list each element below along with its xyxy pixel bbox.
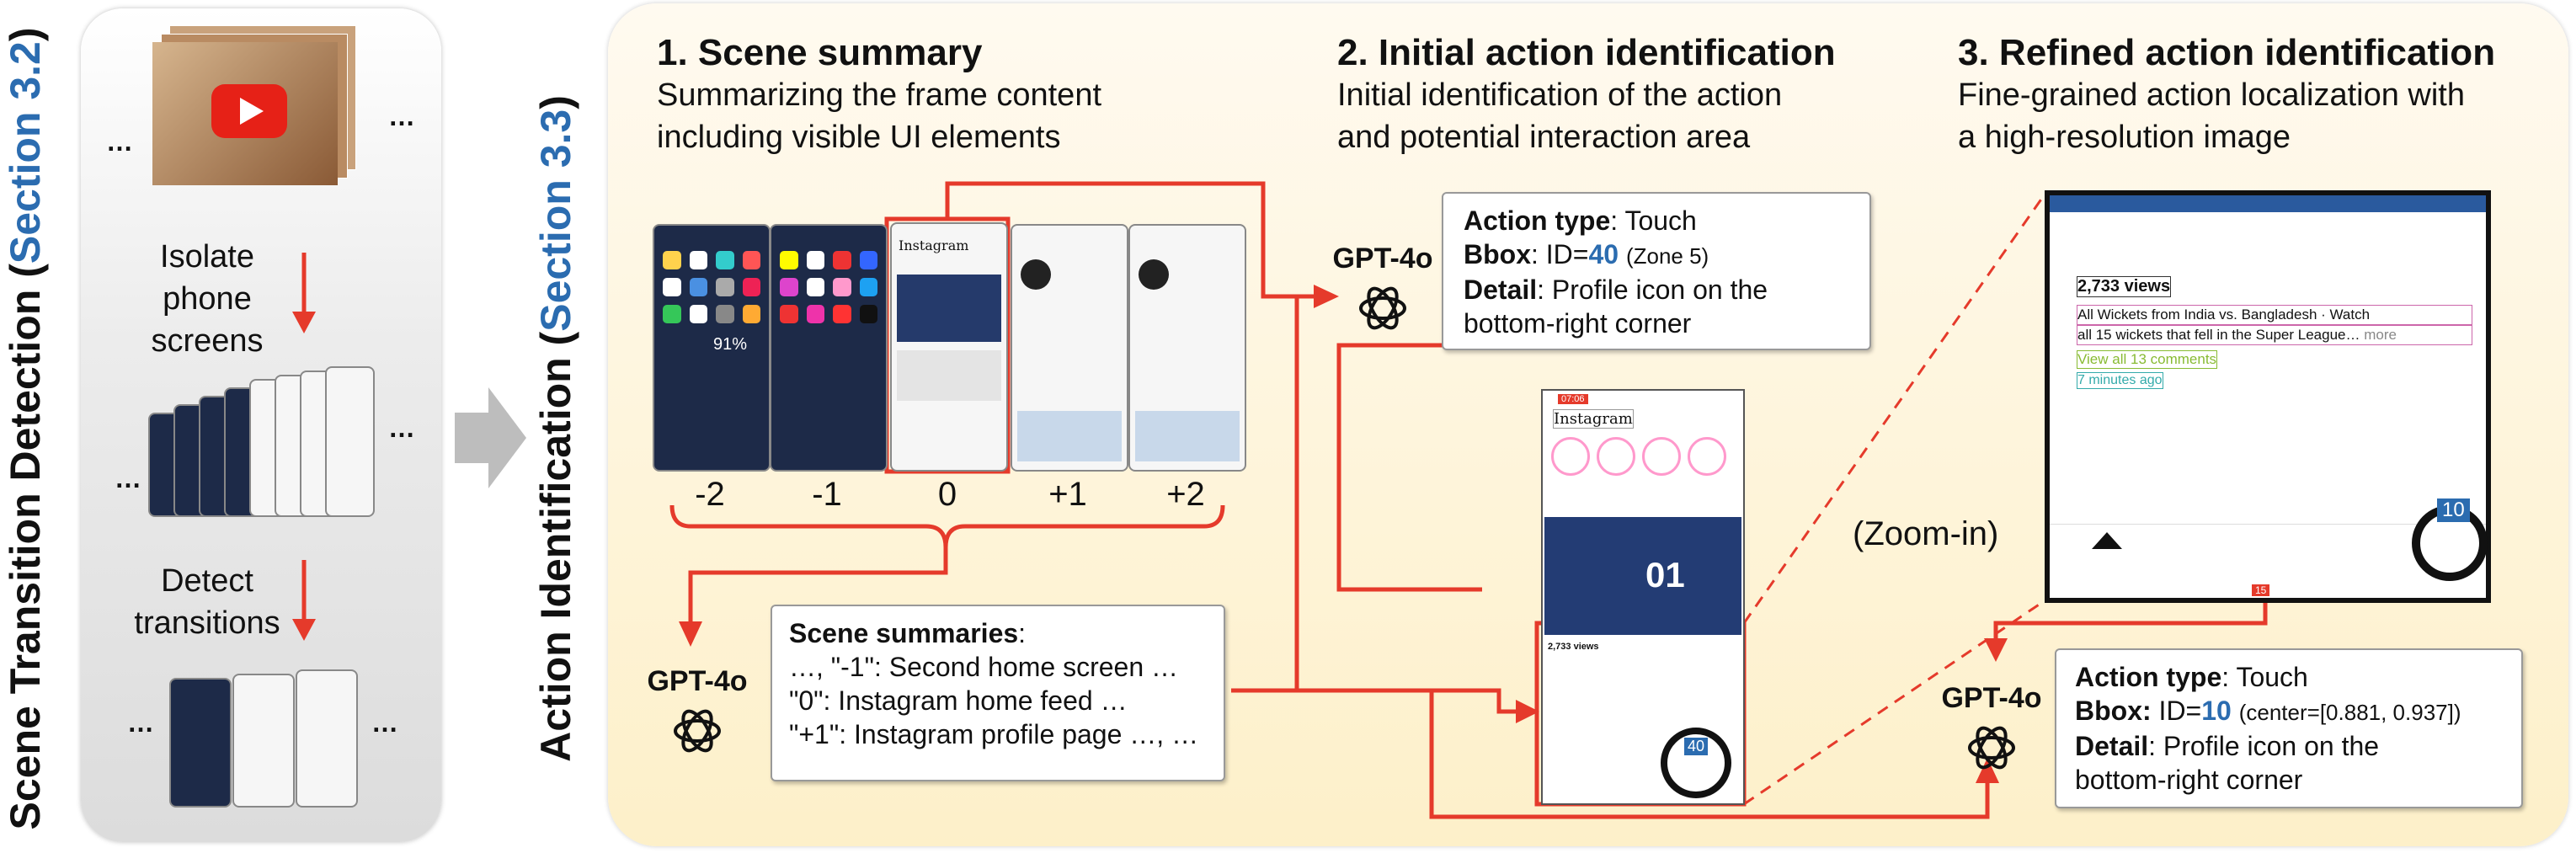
annotated-phone-screen: 07:06 Instagram 01 2,733 views 40 xyxy=(1541,389,1745,805)
frame-plus-2 xyxy=(1128,224,1246,472)
bbox-id-badge: 10 xyxy=(2437,498,2470,522)
scene-summaries-box: Scene summaries: …, "-1": Second home sc… xyxy=(771,605,1225,781)
openai-logo-icon xyxy=(674,709,721,753)
frame-plus-1 xyxy=(1011,224,1128,472)
battery-widget: 91% xyxy=(713,335,748,354)
openai-logo-icon xyxy=(1359,286,1406,330)
refined-action-box: Action type: Touch Bbox: ID=10 (center=[… xyxy=(2055,648,2523,808)
zoomed-phone-screen: 2,733 views All Wickets from India vs. B… xyxy=(2045,190,2491,603)
zoom-in-label: (Zoom-in) xyxy=(1853,515,1999,552)
openai-logo-icon xyxy=(1968,726,2015,770)
home-icon xyxy=(2092,532,2122,549)
frame-index: +2 xyxy=(1166,476,1205,513)
frame-index: +1 xyxy=(1048,476,1087,513)
gpt4o-scene-summary: GPT-4o xyxy=(638,665,756,760)
frame-index: 0 xyxy=(937,476,957,513)
bbox-id-badge: 40 xyxy=(1684,738,1709,755)
gpt4o-refined-action: GPT-4o xyxy=(1933,682,2051,777)
initial-action-box: Action type: Touch Bbox: ID=40 (Zone 5) … xyxy=(1442,192,1871,350)
gpt4o-initial-action: GPT-4o xyxy=(1324,243,1442,338)
frame-minus-1 xyxy=(770,224,888,472)
frame-index: -2 xyxy=(695,476,725,513)
frame-0: Instagram xyxy=(890,222,1008,472)
frame-minus-2: 91% xyxy=(653,224,771,472)
frame-index: -1 xyxy=(812,476,842,513)
